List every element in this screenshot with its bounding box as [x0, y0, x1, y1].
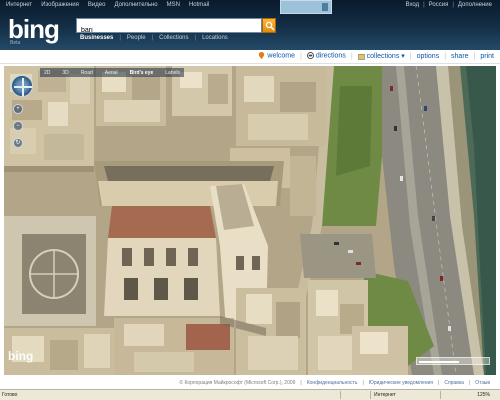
zoom-controls: + − ↻ [13, 104, 25, 148]
welcome-button[interactable]: welcome [258, 52, 295, 60]
nav-video[interactable]: Видео [88, 2, 106, 8]
mode-road[interactable]: Road [81, 70, 93, 76]
bing-header: Интернет Изображения Видео Дополнительно… [0, 0, 500, 50]
folder-icon [357, 53, 365, 60]
nav-images[interactable]: Изображения [41, 2, 79, 8]
pin-icon [259, 52, 265, 60]
page-footer: © Корпорация Майкрософт (Microsoft Corp.… [179, 379, 490, 386]
security-zone: Интернет [374, 392, 396, 398]
collections-button[interactable]: collections ▾ [357, 52, 405, 60]
mode-labels[interactable]: Labels [165, 70, 180, 76]
map-watermark: bing [8, 349, 34, 363]
map-toolbar: welcome | directions | collections ▾ | o… [0, 50, 500, 64]
mode-2d[interactable]: 2D [44, 70, 50, 76]
car-icon [306, 52, 314, 60]
search-box [76, 18, 262, 37]
region-link[interactable]: Россия [429, 2, 449, 8]
status-text: Готово [2, 392, 18, 398]
more-link[interactable]: Дополнение [458, 2, 492, 8]
help-link[interactable]: Справка [444, 380, 464, 386]
rotate-button[interactable]: ↻ [13, 138, 23, 148]
zoom-out-button[interactable]: − [13, 121, 23, 131]
options-button[interactable]: options [417, 53, 440, 60]
mode-aerial[interactable]: Aerial [105, 70, 118, 76]
scale-bar [416, 357, 490, 365]
nav-more[interactable]: Дополнительно [114, 2, 157, 8]
directions-button[interactable]: directions [306, 52, 346, 60]
mode-3d[interactable]: 3D [62, 70, 68, 76]
print-button[interactable]: print [480, 53, 494, 60]
search-scopes: Businesses | People | Collections | Loca… [80, 35, 228, 41]
nav-web[interactable]: Интернет [6, 2, 32, 8]
zoom-in-button[interactable]: + [13, 104, 23, 114]
aerial-imagery[interactable] [4, 66, 496, 375]
scope-businesses[interactable]: Businesses [80, 35, 113, 41]
browser-status-bar: Готово Интернет 125% [0, 389, 500, 400]
feedback-link[interactable]: Отзыв [475, 380, 490, 386]
scope-collections[interactable]: Collections [159, 35, 188, 41]
privacy-link[interactable]: Конфиденциальность [307, 380, 358, 386]
legal-link[interactable]: Юридические уведомления [369, 380, 433, 386]
compass-control[interactable] [11, 75, 33, 97]
search-button[interactable] [262, 18, 276, 33]
nav-hotmail[interactable]: Hotmail [189, 2, 209, 8]
top-right-links: Вход | Россия | Дополнение [405, 2, 492, 8]
birds-eye-map[interactable]: 2D 3D Road Aerial Bird's eye Labels + − … [4, 66, 496, 375]
zoom-level[interactable]: 125% [477, 392, 490, 398]
beta-label: Beta [10, 40, 21, 46]
sign-in-link[interactable]: Вход [406, 2, 420, 8]
share-button[interactable]: share [451, 53, 469, 60]
scope-people[interactable]: People [127, 35, 146, 41]
map-mode-bar: 2D 3D Road Aerial Bird's eye Labels [40, 68, 184, 77]
mode-birds-eye[interactable]: Bird's eye [130, 70, 154, 76]
scope-locations[interactable]: Locations [202, 35, 228, 41]
header-thumbnail[interactable] [280, 0, 332, 14]
search-icon [265, 21, 275, 31]
copyright-text: © Корпорация Майкрософт (Microsoft Corp.… [179, 379, 296, 386]
top-nav: Интернет Изображения Видео Дополнительно… [6, 2, 209, 8]
nav-msn[interactable]: MSN [167, 2, 180, 8]
